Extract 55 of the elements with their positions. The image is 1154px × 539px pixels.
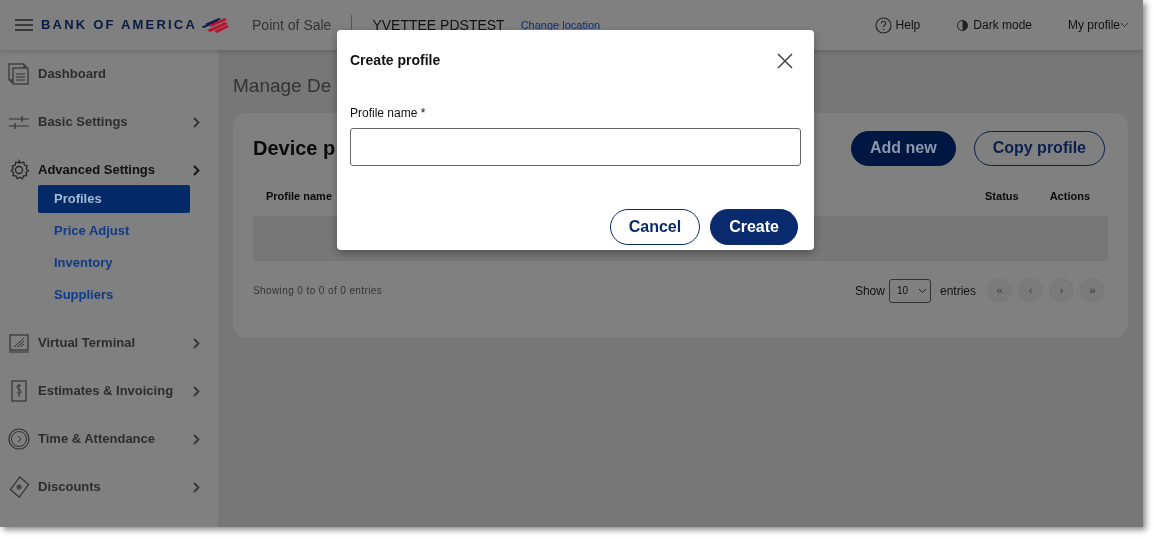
logo-text: BANK OF AMERICA	[41, 16, 197, 35]
sidebar-item[interactable]: Time & Attendance	[38, 429, 156, 449]
field-label: Profile name *	[350, 105, 427, 122]
caret-icon	[917, 287, 927, 294]
column-header: Actions	[1049, 188, 1090, 204]
sidebar-item[interactable]: Discounts	[38, 477, 101, 497]
sidebar-item[interactable]: Advanced Settings	[38, 160, 156, 180]
close-icon[interactable]	[777, 52, 793, 69]
profile-name-input[interactable]	[350, 128, 801, 166]
page-size-select[interactable]: 10	[888, 278, 931, 303]
sidebar-item[interactable]: Virtual Terminal	[38, 333, 136, 353]
pagination-button[interactable]: ›	[1049, 278, 1074, 303]
submenu-item[interactable]: Inventory	[38, 249, 190, 277]
change-location-link[interactable]: Change location	[520, 16, 601, 34]
menu-icon[interactable]	[15, 19, 33, 31]
app-name: Point of Sale	[252, 15, 332, 35]
submenu-item[interactable]: Price Adjust	[38, 217, 190, 245]
chevron-icon[interactable]	[193, 481, 200, 493]
chevron-icon[interactable]	[193, 433, 200, 445]
help-icon[interactable]	[874, 16, 892, 34]
pagination-button[interactable]: ‹	[1018, 278, 1043, 303]
invoice-icon	[8, 380, 30, 402]
dashboard-icon	[8, 63, 30, 85]
my-profile-menu[interactable]: My profile	[1068, 16, 1120, 34]
sidebar-item[interactable]: Basic Settings	[38, 112, 128, 132]
submenu-item[interactable]: Profiles	[38, 185, 190, 213]
chevron-icon[interactable]	[193, 385, 200, 397]
tag-icon	[8, 476, 30, 498]
create-button[interactable]: Create	[710, 209, 798, 245]
add-new-button[interactable]: Add new	[851, 130, 956, 166]
column-header: Status	[985, 188, 1019, 204]
pagination-button[interactable]: «	[987, 278, 1012, 303]
location-name: YVETTEE PDSTEST	[372, 15, 505, 35]
submenu-item[interactable]: Suppliers	[38, 281, 190, 309]
pagination-button[interactable]: »	[1080, 278, 1105, 303]
entries-label: entries	[939, 282, 976, 300]
modal-title: Create profile	[350, 51, 441, 70]
dark-mode-toggle[interactable]: Dark mode	[973, 16, 1032, 34]
chevron-icon[interactable]	[193, 337, 200, 349]
sidebar-item[interactable]: Dashboard	[38, 64, 106, 84]
sidebar-item[interactable]: Estimates & Invoicing	[38, 381, 174, 401]
chevron-icon[interactable]	[193, 164, 200, 176]
clock-icon	[8, 428, 30, 450]
cancel-button[interactable]: Cancel	[609, 209, 701, 245]
show-label: Show	[854, 282, 885, 300]
entries-info: Showing 0 to 0 of 0 entries	[253, 284, 383, 298]
help-link[interactable]: Help	[895, 16, 921, 34]
card-title: Device p	[253, 136, 336, 161]
settings-icon	[8, 159, 30, 181]
column-header: Profile name	[266, 188, 333, 204]
contrast-icon[interactable]	[956, 18, 970, 32]
chevron-icon[interactable]	[193, 116, 200, 128]
page-title: Manage De	[233, 74, 333, 98]
terminal-icon	[8, 332, 30, 354]
caret-icon[interactable]	[1120, 22, 1129, 28]
